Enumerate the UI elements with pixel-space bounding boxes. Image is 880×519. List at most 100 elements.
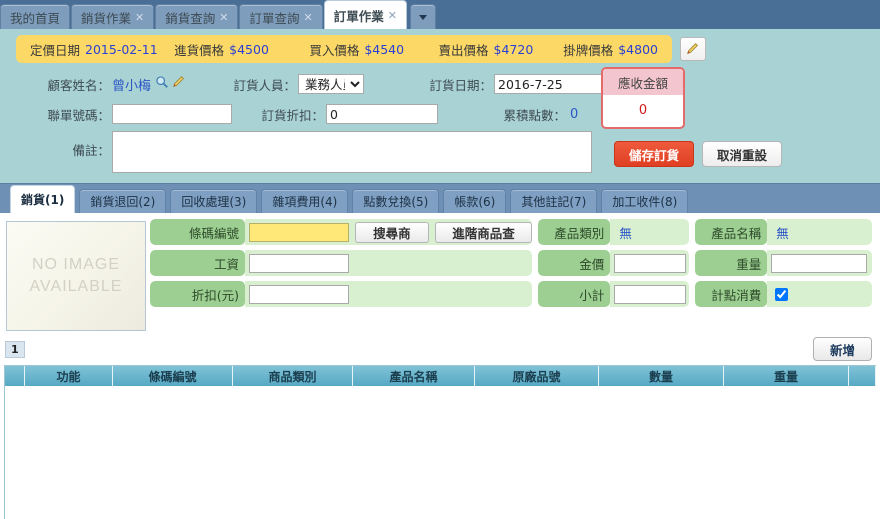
price-item-sellout: 賣出價格 $4720 [439,40,534,59]
receivable-amount-box: 應收金額 0 [601,67,685,129]
gold-price-input[interactable] [614,253,687,273]
price-value: $4540 [364,41,405,57]
subtotal-input[interactable] [614,284,687,304]
customer-edit-icon[interactable] [172,75,186,93]
tab-overflow-button[interactable] [409,4,436,29]
table-header-category[interactable]: 商品類別 [233,366,353,386]
table-header-product-name[interactable]: 產品名稱 [353,366,475,386]
section-tab-sales-return[interactable]: 銷貨退回(2) [79,189,167,213]
discount-yuan-input[interactable] [249,284,349,304]
table-header-barcode[interactable]: 條碼編號 [113,366,233,386]
tab-order-operation[interactable]: 訂單作業 ✕ [323,0,407,29]
order-items-table: 功能 條碼編號 商品類別 產品名稱 原廠品號 數量 重量 [4,365,876,519]
wage-input[interactable] [249,253,349,273]
section-tab-misc-fee[interactable]: 雜項費用(4) [261,189,349,213]
section-tab-processing-intake[interactable]: 加工收件(8) [601,189,689,213]
section-tab-label: 銷貨(1) [21,193,65,207]
points-consume-label: 計點消費 [695,281,768,307]
close-icon[interactable]: ✕ [304,12,313,23]
staff-select[interactable]: 業務人員 [298,74,365,94]
price-label: 買入價格 [309,42,360,58]
product-image-placeholder: NO IMAGE AVAILABLE [6,221,146,331]
product-entry-panel: 條碼編號 搜尋商品 進階商品查詢 產品類別 無 產品名稱 無 工資 [150,219,872,312]
price-bar: 定價日期 2015-02-11 進貨價格 $4500 買入價格 $4540 賣出… [16,35,672,63]
no-image-line1: NO IMAGE [31,256,120,274]
customer-name-value: 曾小梅 [112,78,152,94]
price-item-purchase: 進貨價格 $4500 [174,40,269,59]
staff-label: 訂貨人員： [233,77,297,93]
form-row-3: 備註： 儲存訂貨 取消重設 [0,131,880,177]
close-icon[interactable]: ✕ [388,10,397,21]
table-header-oem-number[interactable]: 原廠品號 [475,366,599,386]
price-label: 賣出價格 [438,42,489,58]
pencil-icon [687,43,698,55]
chevron-down-icon [418,14,427,20]
barcode-label: 條碼編號 [150,219,245,245]
order-form: 顧客姓名： 曾小梅 訂貨人員： 業務人員 訂貨日期： 聯單號碼： 訂貨折扣： 累… [0,63,880,177]
close-icon[interactable]: ✕ [219,12,228,23]
customer-name-label: 顧客姓名： [47,77,110,93]
discount-yuan-label-text: 折扣(元) [191,287,239,303]
price-edit-button[interactable] [680,37,706,61]
form-row-2: 聯單號碼： 訂貨折扣： 累積點數： 0 [0,101,880,127]
barcode-input[interactable] [249,222,349,242]
tab-order-query[interactable]: 訂單查詢 ✕ [239,4,323,29]
tab-my-home[interactable]: 我的首頁 [0,4,71,29]
customer-search-icon[interactable] [155,75,169,93]
table-header-weight[interactable]: 重量 [724,366,849,386]
remark-label: 備註： [72,143,110,158]
price-item-listed: 掛牌價格 $4800 [563,40,658,59]
entry-row-wage: 工資 金價 重量 [150,250,872,276]
section-tab-payment[interactable]: 帳款(6) [443,189,507,213]
tab-label: 銷貨查詢 [165,10,216,26]
wage-label: 工資 [150,250,245,276]
table-header-quantity[interactable]: 數量 [599,366,724,386]
section-tab-points-exchange[interactable]: 點數兌換(5) [352,189,440,213]
gold-price-label: 金價 [538,250,611,276]
tab-sales-operation[interactable]: 銷貨作業 ✕ [71,4,155,29]
close-icon[interactable]: ✕ [135,12,144,23]
price-bar-row: 定價日期 2015-02-11 進貨價格 $4500 買入價格 $4540 賣出… [0,29,880,63]
order-date-input[interactable] [494,74,608,94]
product-category-value: 無 [619,225,632,241]
no-image-line2: AVAILABLE [29,278,123,295]
advanced-product-query-button[interactable]: 進階商品查詢 [434,221,533,245]
save-order-button[interactable]: 儲存訂貨 [614,141,695,167]
sales-tab-panel: NO IMAGE AVAILABLE 條碼編號 搜尋商品 進階商品查詢 產品類別… [0,213,880,519]
price-value: $4720 [493,41,534,57]
weight-label: 重量 [695,250,768,276]
section-tab-label: 銷貨退回(2) [90,195,156,209]
product-category-label: 產品類別 [538,219,611,245]
entry-row-discount: 折扣(元) 小計 計點消費 [150,281,872,307]
add-item-button[interactable]: 新增 [812,337,872,361]
points-consume-checkbox[interactable] [775,287,789,301]
search-product-button[interactable]: 搜尋商品 [355,221,429,245]
price-label: 定價日期 [30,42,81,58]
weight-input[interactable] [771,253,868,273]
order-discount-input[interactable] [326,104,438,124]
section-tab-label: 回收處理(3) [181,195,247,209]
product-name-value: 無 [776,225,789,241]
page-index-badge: 1 [5,341,25,358]
tab-sales-query[interactable]: 銷貨查詢 ✕ [155,4,239,29]
table-header-function[interactable]: 功能 [25,366,113,386]
section-tab-other-notes[interactable]: 其他註記(7) [510,189,598,213]
price-value: $4800 [618,41,658,57]
price-label: 掛牌價格 [563,42,614,58]
receivable-amount-title: 應收金額 [603,69,683,95]
order-number-input[interactable] [112,104,232,124]
form-row-1: 顧客姓名： 曾小梅 訂貨人員： 業務人員 訂貨日期： [0,71,880,97]
section-tab-label: 帳款(6) [454,195,496,209]
receivable-amount-value: 0 [638,103,648,118]
price-item-buyin: 買入價格 $4540 [309,40,404,59]
tab-label: 銷貨作業 [81,10,132,26]
section-tab-label: 加工收件(8) [612,195,678,209]
price-value: $4500 [229,41,269,57]
tab-label: 我的首頁 [10,10,61,26]
accumulated-points-label: 累積點數： [503,107,566,123]
remark-textarea[interactable] [112,131,592,173]
section-tab-recycle[interactable]: 回收處理(3) [170,189,258,213]
order-date-label: 訂貨日期： [429,77,493,93]
cancel-reset-button[interactable]: 取消重設 [702,141,783,167]
section-tab-sales[interactable]: 銷貨(1) [10,185,76,213]
